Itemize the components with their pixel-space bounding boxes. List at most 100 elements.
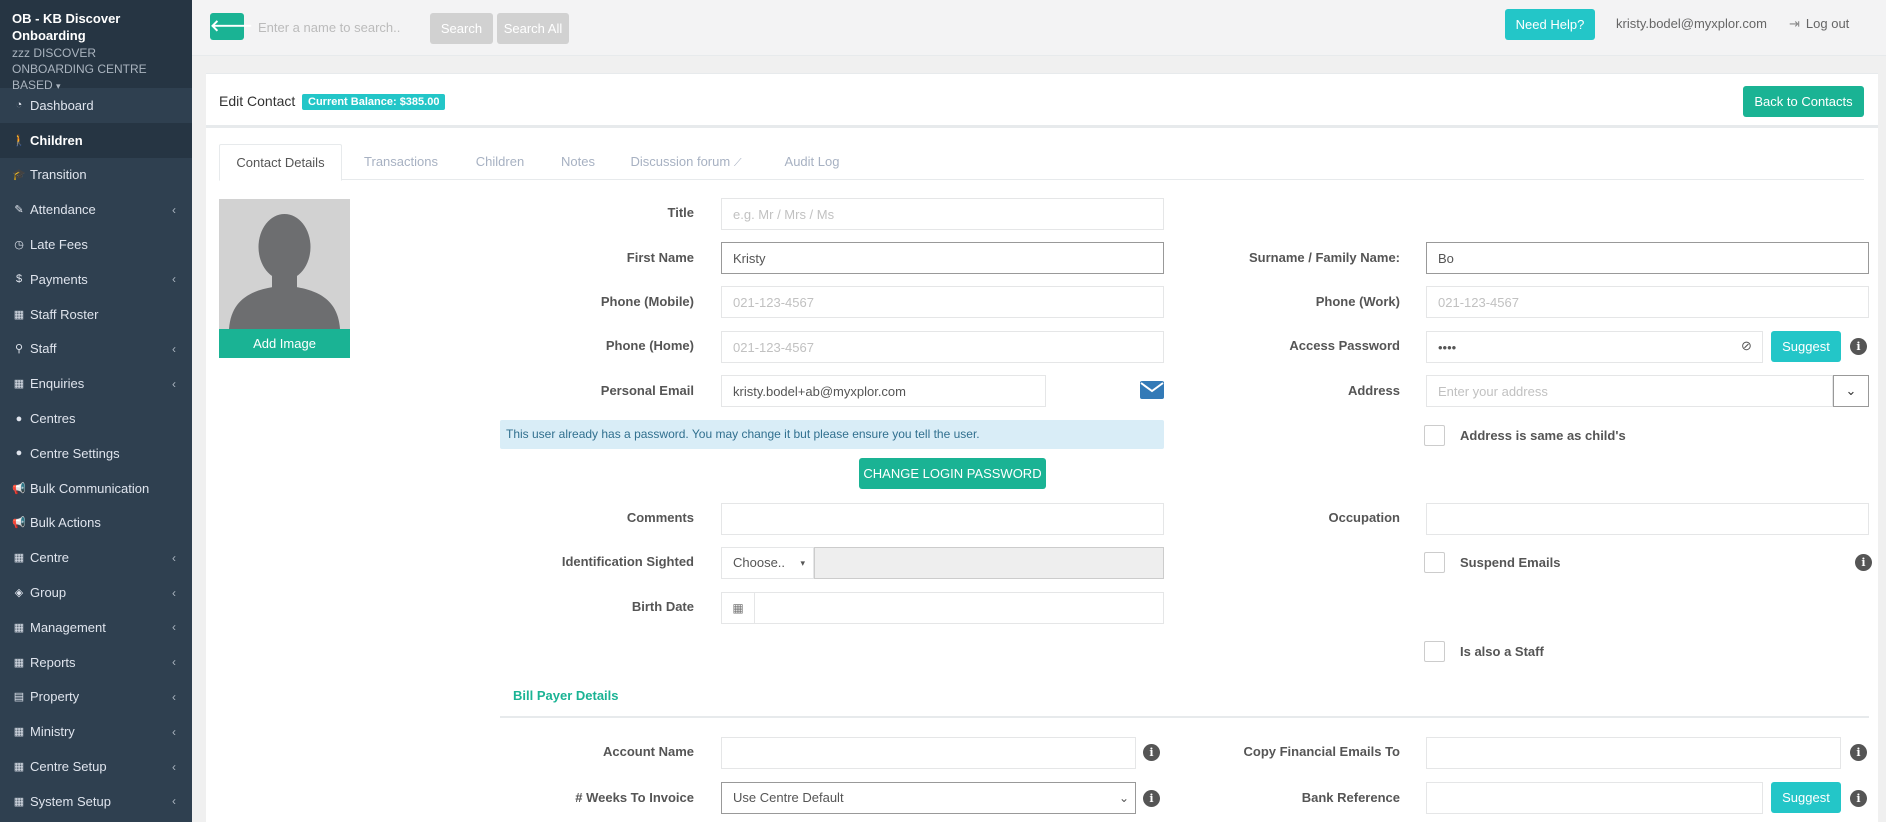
sidebar-item-property[interactable]: ▤ Property ‹ (0, 680, 192, 715)
grid-icon: ▦ (13, 726, 25, 739)
sidebar-item-children[interactable]: 🚶 Children (0, 122, 192, 158)
sidebar-item-label: System Setup (30, 793, 111, 809)
page-title: Edit Contact (219, 93, 296, 109)
sidebar-item-management[interactable]: ▦ Management ‹ (0, 610, 192, 645)
calendar-icon[interactable]: ▦ (721, 592, 755, 624)
suggest-password-button[interactable]: Suggest (1771, 331, 1841, 362)
access-password-label: Access Password (1289, 338, 1400, 353)
sidebar-item-reports[interactable]: ▦ Reports ‹ (0, 645, 192, 680)
sidebar-item-dashboard[interactable]: ◔ Dashboard (0, 88, 192, 123)
identification-selected: Choose.. (733, 555, 786, 570)
address-label: Address (1347, 383, 1400, 398)
sidebar-item-centre[interactable]: ▦ Centre ‹ (0, 540, 192, 575)
suggest-bank-reference-button[interactable]: Suggest (1771, 782, 1841, 813)
sidebar-item-label: Attendance (30, 202, 96, 218)
personal-email-input[interactable] (721, 375, 1046, 407)
sidebar-item-staff[interactable]: ⚲ Staff ‹ (0, 332, 192, 367)
search-button[interactable]: Search (430, 13, 493, 44)
identification-number-input[interactable] (814, 547, 1164, 579)
identification-type-select[interactable]: Choose.. ▾ (721, 547, 814, 579)
also-staff-checkbox[interactable] (1424, 641, 1445, 662)
phone-home-input[interactable] (721, 331, 1164, 363)
sidebar-item-label: Children (30, 132, 83, 148)
sitemap-icon: ⚲ (14, 343, 24, 356)
sidebar-item-system-setup[interactable]: ▦ System Setup ‹ (0, 784, 192, 819)
change-login-password-button[interactable]: CHANGE LOGIN PASSWORD (859, 458, 1046, 489)
sidebar-item-enquiries[interactable]: ▦ Enquiries ‹ (0, 366, 192, 401)
weeks-selected: Use Centre Default (733, 790, 844, 805)
account-name-input[interactable] (721, 737, 1136, 769)
info-icon[interactable]: i (1850, 744, 1867, 761)
info-icon[interactable]: i (1850, 790, 1867, 807)
centre-switcher[interactable]: zzz DISCOVER ONBOARDING CENTRE BASED ▾ (12, 45, 180, 94)
bank-reference-input[interactable] (1426, 782, 1763, 814)
add-image-button[interactable]: Add Image (219, 329, 350, 358)
address-input[interactable] (1426, 375, 1833, 407)
sidebar-item-label: Bulk Communication (30, 480, 150, 496)
birth-date-input[interactable] (754, 592, 1164, 624)
identification-label: Identification Sighted (561, 554, 694, 569)
logout-link[interactable]: ⇥ Log out (1789, 16, 1849, 32)
tab-audit-log[interactable]: Audit Log (756, 144, 868, 181)
chevron-left-icon: ‹ (172, 550, 176, 565)
search-input[interactable] (250, 14, 416, 40)
sidebar-item-bulk-actions[interactable]: 📢 Bulk Actions (0, 506, 192, 541)
child-icon: 🚶 (12, 134, 26, 147)
sidebar-item-bulk-communication[interactable]: 📢 Bulk Communication (0, 471, 192, 506)
sidebar-item-centre-settings[interactable]: ● Centre Settings (0, 436, 192, 471)
user-email[interactable]: kristy.bodel@myxplor.com (1616, 16, 1767, 31)
org-title: OB - KB Discover Onboarding (12, 11, 121, 43)
sidebar-item-payments[interactable]: $ Payments ‹ (0, 262, 192, 297)
brand-block[interactable]: OB - KB Discover Onboarding zzz DISCOVER… (0, 0, 192, 92)
sidebar-item-centre-setup[interactable]: ▦ Centre Setup ‹ (0, 749, 192, 784)
chevron-left-icon: ‹ (172, 202, 176, 217)
copy-financial-emails-input[interactable] (1426, 737, 1841, 769)
sidebar-item-label: Staff Roster (30, 306, 99, 322)
dashboard-icon: ◔ (15, 99, 23, 112)
sidebar-item-group[interactable]: ◈ Group ‹ (0, 575, 192, 610)
weeks-to-invoice-select[interactable]: Use Centre Default ⌄ (721, 782, 1136, 814)
comments-input[interactable] (721, 503, 1164, 535)
address-same-checkbox[interactable] (1424, 425, 1445, 446)
arrow-left-icon: 🡐 (210, 18, 253, 35)
tab-bar: Contact Details Transactions Children No… (219, 144, 1864, 181)
access-password-input[interactable] (1426, 331, 1763, 363)
tab-discussion-forum[interactable]: Discussion forum ⟋ (616, 144, 756, 181)
grid-icon: ▦ (13, 795, 25, 808)
sidebar-item-label: Management (30, 619, 106, 635)
suspend-emails-checkbox[interactable] (1424, 552, 1445, 573)
info-icon[interactable]: i (1855, 554, 1872, 571)
tab-transactions[interactable]: Transactions (342, 144, 460, 181)
sidebar-item-ministry[interactable]: ▦ Ministry ‹ (0, 714, 192, 749)
address-dropdown-toggle[interactable]: ⌄ (1833, 375, 1869, 407)
tab-contact-details[interactable]: Contact Details (219, 144, 342, 181)
back-to-contacts-button[interactable]: Back to Contacts (1743, 86, 1864, 117)
eye-slash-icon[interactable]: ⊘ (1741, 338, 1752, 354)
search-all-button[interactable]: Search All (497, 13, 569, 44)
surname-input[interactable] (1426, 242, 1869, 274)
info-icon[interactable]: i (1850, 338, 1867, 355)
sidebar-item-transition[interactable]: 🎓 Transition (0, 158, 192, 193)
phone-work-input[interactable] (1426, 286, 1869, 318)
occupation-label: Occupation (1328, 510, 1400, 525)
sidebar-item-late-fees[interactable]: ◷ Late Fees (0, 227, 192, 262)
tab-notes[interactable]: Notes (540, 144, 616, 181)
tab-children[interactable]: Children (460, 144, 540, 181)
back-arrow-button[interactable]: 🡐 (210, 13, 253, 40)
comments-label: Comments (626, 510, 694, 525)
bank-reference-label: Bank Reference (1301, 790, 1400, 805)
sidebar-item-attendance[interactable]: ✎ Attendance ‹ (0, 192, 192, 227)
title-input[interactable] (721, 198, 1164, 230)
chevron-left-icon: ‹ (172, 585, 176, 600)
sidebar-item-staff-roster[interactable]: ▦ Staff Roster (0, 297, 192, 332)
phone-mobile-input[interactable] (721, 286, 1164, 318)
sidebar-item-centres[interactable]: ● Centres (0, 401, 192, 436)
need-help-button[interactable]: Need Help? (1505, 9, 1595, 40)
logout-label: Log out (1805, 16, 1850, 31)
caret-down-icon: ▾ (800, 558, 805, 568)
circle-icon: ● (15, 447, 23, 460)
first-name-input[interactable] (721, 242, 1164, 274)
top-bar: 🡐 Search Search All Need Help? kristy.bo… (192, 0, 1886, 56)
suspend-emails-label: Suspend Emails (1460, 555, 1561, 570)
occupation-input[interactable] (1426, 503, 1869, 535)
